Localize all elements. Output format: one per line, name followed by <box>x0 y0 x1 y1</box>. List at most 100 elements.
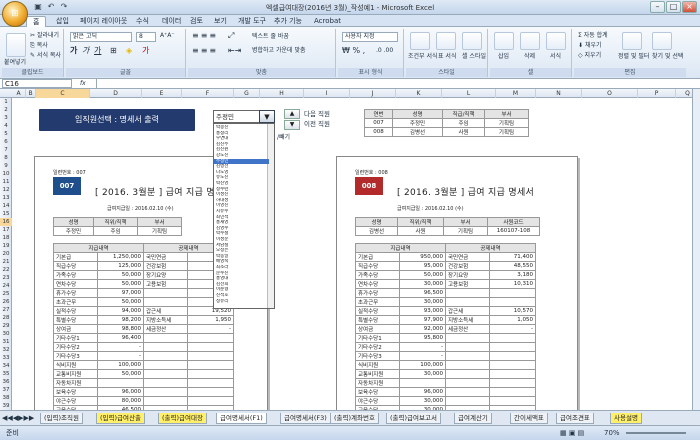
dropdown-item[interactable]: 오정은 <box>214 248 269 253</box>
ribbon-tab[interactable]: 검토 <box>184 16 209 27</box>
ribbon-tab[interactable]: 홈 <box>26 16 47 27</box>
sheet-tab[interactable]: 사용설명 <box>610 413 642 424</box>
column-header[interactable]: C <box>36 89 90 98</box>
dropdown-item[interactable]: 김선희 <box>214 282 269 287</box>
row-header[interactable]: 36 <box>0 378 12 386</box>
paste-icon[interactable] <box>6 33 26 57</box>
row-header[interactable]: 15 <box>0 210 12 218</box>
dropdown-item[interactable]: 홍영대 <box>214 276 269 281</box>
row-header[interactable]: 28 <box>0 314 12 322</box>
cell-style-icon[interactable] <box>462 32 482 50</box>
sheet-tab[interactable]: 간이세액표 <box>510 413 548 424</box>
dropdown-item[interactable]: 홍정리 <box>214 131 269 136</box>
dropdown-item[interactable]: 문수진 <box>214 271 269 276</box>
fill-color-icon[interactable]: ◈ <box>126 47 132 55</box>
ribbon-tab[interactable]: Acrobat <box>308 16 347 27</box>
row-header[interactable]: 37 <box>0 386 12 394</box>
font-color-icon[interactable]: 가 <box>142 47 149 55</box>
row-header[interactable]: 18 <box>0 234 12 242</box>
insert-cells-button[interactable]: 삽입 <box>498 53 509 61</box>
fill-button[interactable]: ⬇ 채우기 <box>578 42 602 50</box>
dropdown-item[interactable]: 박동일 <box>214 254 269 259</box>
delete-cells-icon[interactable] <box>520 32 540 50</box>
column-header[interactable]: J <box>350 89 396 98</box>
row-header[interactable]: 19 <box>0 242 12 250</box>
border-icon[interactable]: ⊞ <box>110 47 117 55</box>
row-header[interactable]: 24 <box>0 282 12 290</box>
row-header[interactable]: 39 <box>0 402 12 410</box>
italic-icon[interactable]: 가 <box>82 47 89 55</box>
name-box[interactable]: C16 <box>2 79 72 88</box>
column-header[interactable]: B <box>26 89 36 98</box>
ribbon-tab[interactable]: 개발 도구 <box>232 16 272 27</box>
sheet-tab[interactable]: (입력)급여산출 <box>96 413 145 424</box>
halign-icons[interactable]: ≡≡≡ <box>192 47 218 55</box>
column-header[interactable]: O <box>582 89 638 98</box>
wrap-text-button[interactable]: 텍스트 줄 바꿈 <box>252 33 289 41</box>
dropdown-item[interactable]: 박진영 <box>214 181 269 186</box>
column-header[interactable]: I <box>304 89 350 98</box>
minimize-button[interactable]: – <box>650 1 665 13</box>
row-header[interactable]: 20 <box>0 250 12 258</box>
decimal-icons[interactable]: .0 .00 <box>376 47 393 55</box>
sheet-tab[interactable]: 급여계산기 <box>454 413 492 424</box>
dropdown-item[interactable]: 정수련 <box>214 187 269 192</box>
ribbon-tab[interactable]: 수식 <box>130 16 155 27</box>
sheet-tab[interactable]: 급여명세서(F3) <box>280 413 331 424</box>
row-header[interactable]: 16 <box>0 218 12 226</box>
delete-cells-button[interactable]: 삭제 <box>524 53 535 61</box>
row-header[interactable]: 21 <box>0 258 12 266</box>
sort-filter-icon[interactable] <box>622 32 642 50</box>
column-header[interactable]: M <box>496 89 536 98</box>
dropdown-item[interactable]: 박봉진 <box>214 125 269 130</box>
dropdown-item[interactable]: 이영진 <box>214 203 269 208</box>
autosum-button[interactable]: Σ 자동 합계 <box>578 32 608 40</box>
row-header[interactable]: 14 <box>0 202 12 210</box>
chevron-down-icon[interactable]: ▼ <box>259 110 275 123</box>
ribbon-tab[interactable]: 페이지 레이아웃 <box>74 16 133 27</box>
dropdown-item[interactable]: 유도진 <box>214 175 269 180</box>
dropdown-item[interactable]: 배영숙 <box>214 259 269 264</box>
row-header[interactable]: 1 <box>0 98 12 106</box>
column-header[interactable]: P <box>638 89 676 98</box>
sheet-tab[interactable]: (출력)계좌번호 <box>330 413 379 424</box>
employee-dropdown-list[interactable]: 박봉진 홍정리 우면대 김진주 김진원 강도진 주정민 김병선 나도영 유도진 박진영 정수련 이성진 하… <box>213 123 275 309</box>
row-header[interactable]: 17 <box>0 226 12 234</box>
row-header[interactable]: 5 <box>0 130 12 138</box>
row-header[interactable]: 4 <box>0 122 12 130</box>
row-header[interactable]: 11 <box>0 178 12 186</box>
ribbon-tab[interactable]: 추가 기능 <box>268 16 308 27</box>
row-header[interactable]: 33 <box>0 354 12 362</box>
row-header[interactable]: 29 <box>0 322 12 330</box>
row-header[interactable]: 9 <box>0 162 12 170</box>
sheet-tab[interactable]: (출력)급여보고서 <box>386 413 441 424</box>
row-header[interactable]: 6 <box>0 138 12 146</box>
table-format-icon[interactable] <box>436 32 456 50</box>
dropdown-item[interactable]: 김진주 <box>214 142 269 147</box>
row-header[interactable]: 30 <box>0 330 12 338</box>
paste-button[interactable]: 붙여넣기 <box>4 59 26 67</box>
vertical-scrollbar[interactable] <box>692 89 700 410</box>
dropdown-item[interactable]: 김진원 <box>214 147 269 152</box>
sort-filter-button[interactable]: 정렬 및 필터 <box>618 53 649 61</box>
row-header[interactable]: 32 <box>0 346 12 354</box>
column-header[interactable]: D <box>90 89 142 98</box>
find-select-icon[interactable] <box>652 32 672 50</box>
dropdown-item[interactable]: 우면대 <box>214 136 269 141</box>
dropdown-item[interactable]: 박수철 <box>214 231 269 236</box>
dropdown-item[interactable]: 최민석 <box>214 215 269 220</box>
column-header[interactable]: E <box>142 89 182 98</box>
column-header[interactable]: L <box>442 89 496 98</box>
merge-center-button[interactable]: 병합하고 가운데 맞춤 <box>252 47 306 55</box>
clear-button[interactable]: ◇ 지우기 <box>578 52 601 60</box>
format-painter-button[interactable]: ✎ 서식 복사 <box>30 52 61 60</box>
row-header[interactable]: 35 <box>0 370 12 378</box>
dropdown-item[interactable]: 서남철 <box>214 243 269 248</box>
column-header[interactable]: G <box>234 89 260 98</box>
row-header[interactable]: 12 <box>0 186 12 194</box>
sheet-tab[interactable]: 급여조견표 <box>556 413 594 424</box>
formula-input[interactable] <box>96 79 692 88</box>
dropdown-item[interactable]: 이성진 <box>214 192 269 197</box>
staff-table-row[interactable]: 007 주정민 주임 기획팀 <box>364 118 529 128</box>
dropdown-item[interactable]: 하대성 <box>214 198 269 203</box>
